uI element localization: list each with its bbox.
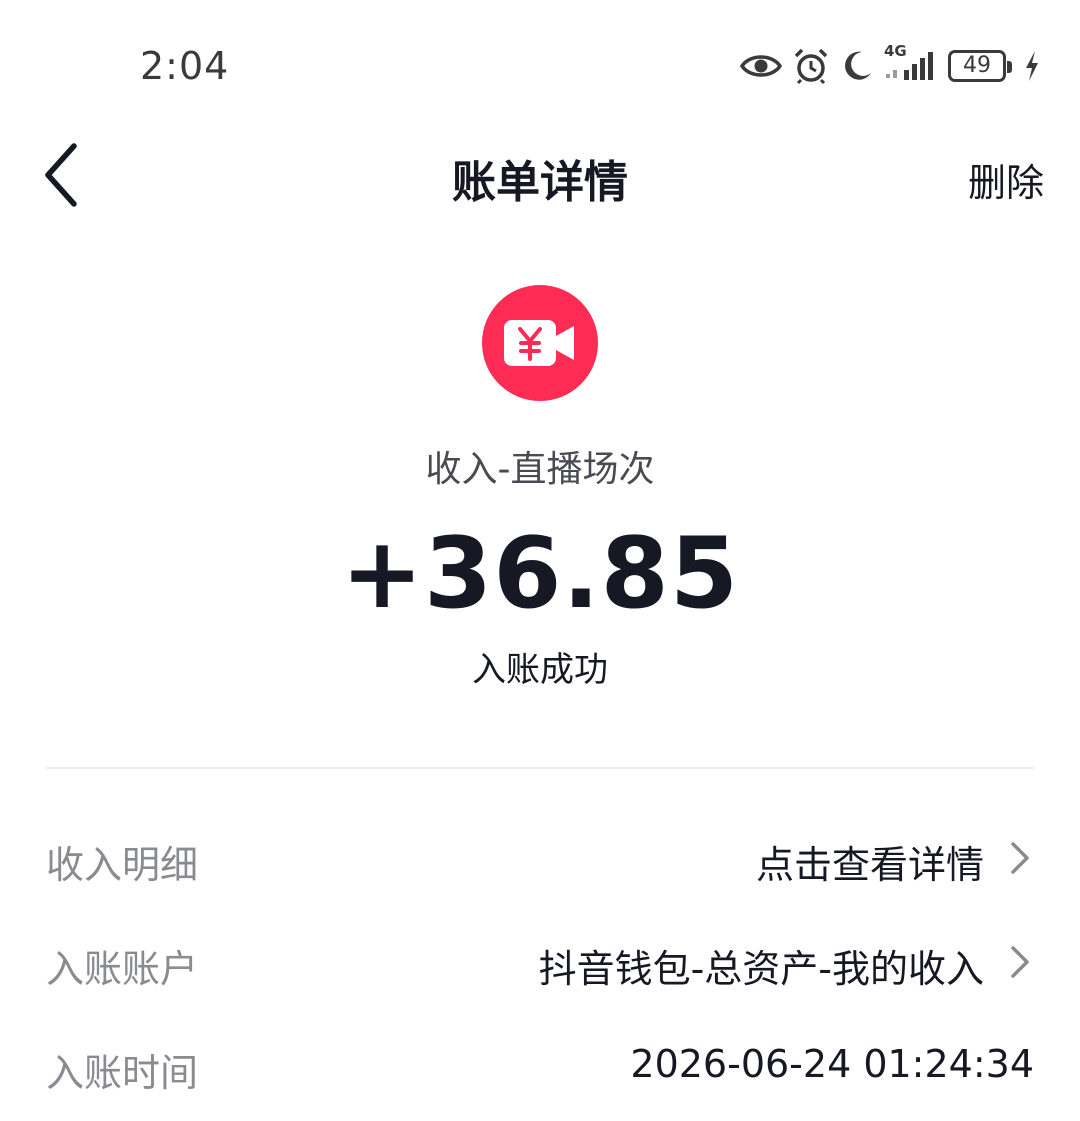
delete-button[interactable]: 删除 <box>968 152 1044 207</box>
eye-icon <box>740 51 782 81</box>
row-value: 点击查看详情 <box>755 843 984 887</box>
row-label: 入账时间 <box>46 1051 199 1095</box>
detail-row-account[interactable]: 入账账户 抖音钱包-总资产-我的收入 <box>46 932 1034 992</box>
chevron-right-icon <box>1006 942 1034 982</box>
transaction-type-label: 收入-直播场次 <box>425 449 655 490</box>
battery-icon: 49 <box>948 50 1012 82</box>
header: 账单详情 删除 <box>0 130 1080 220</box>
signal-icon: 4G <box>884 42 938 84</box>
battery-level: 49 <box>963 53 991 78</box>
row-value: 2026-06-24 01:24:34 <box>630 1042 1034 1086</box>
chevron-right-icon <box>1006 838 1034 878</box>
transaction-status: 入账成功 <box>472 650 608 690</box>
alarm-icon <box>792 47 830 85</box>
network-type-label: 4G <box>884 42 907 60</box>
transaction-amount: +36.85 <box>340 517 740 631</box>
row-label: 入账账户 <box>46 947 199 991</box>
divider <box>46 767 1034 769</box>
status-icons: 4G 49 <box>740 42 1040 88</box>
bill-detail-page: 2:04 4G 49 账单详情 删除 收入-直播场次 +36.85 入账成功 收… <box>0 0 1080 1121</box>
status-time: 2:04 <box>140 44 230 88</box>
yuan-video-icon <box>482 285 598 401</box>
page-title: 账单详情 <box>452 157 628 208</box>
status-bar: 2:04 4G 49 <box>0 0 1080 130</box>
detail-row-time: 入账时间 2026-06-24 01:24:34 <box>46 1036 1034 1096</box>
moon-icon <box>840 49 874 83</box>
charging-icon <box>1024 50 1040 82</box>
detail-row-income-breakdown[interactable]: 收入明细 点击查看详情 <box>46 828 1034 888</box>
row-value: 抖音钱包-总资产-我的收入 <box>538 947 984 991</box>
row-label: 收入明细 <box>46 843 199 887</box>
